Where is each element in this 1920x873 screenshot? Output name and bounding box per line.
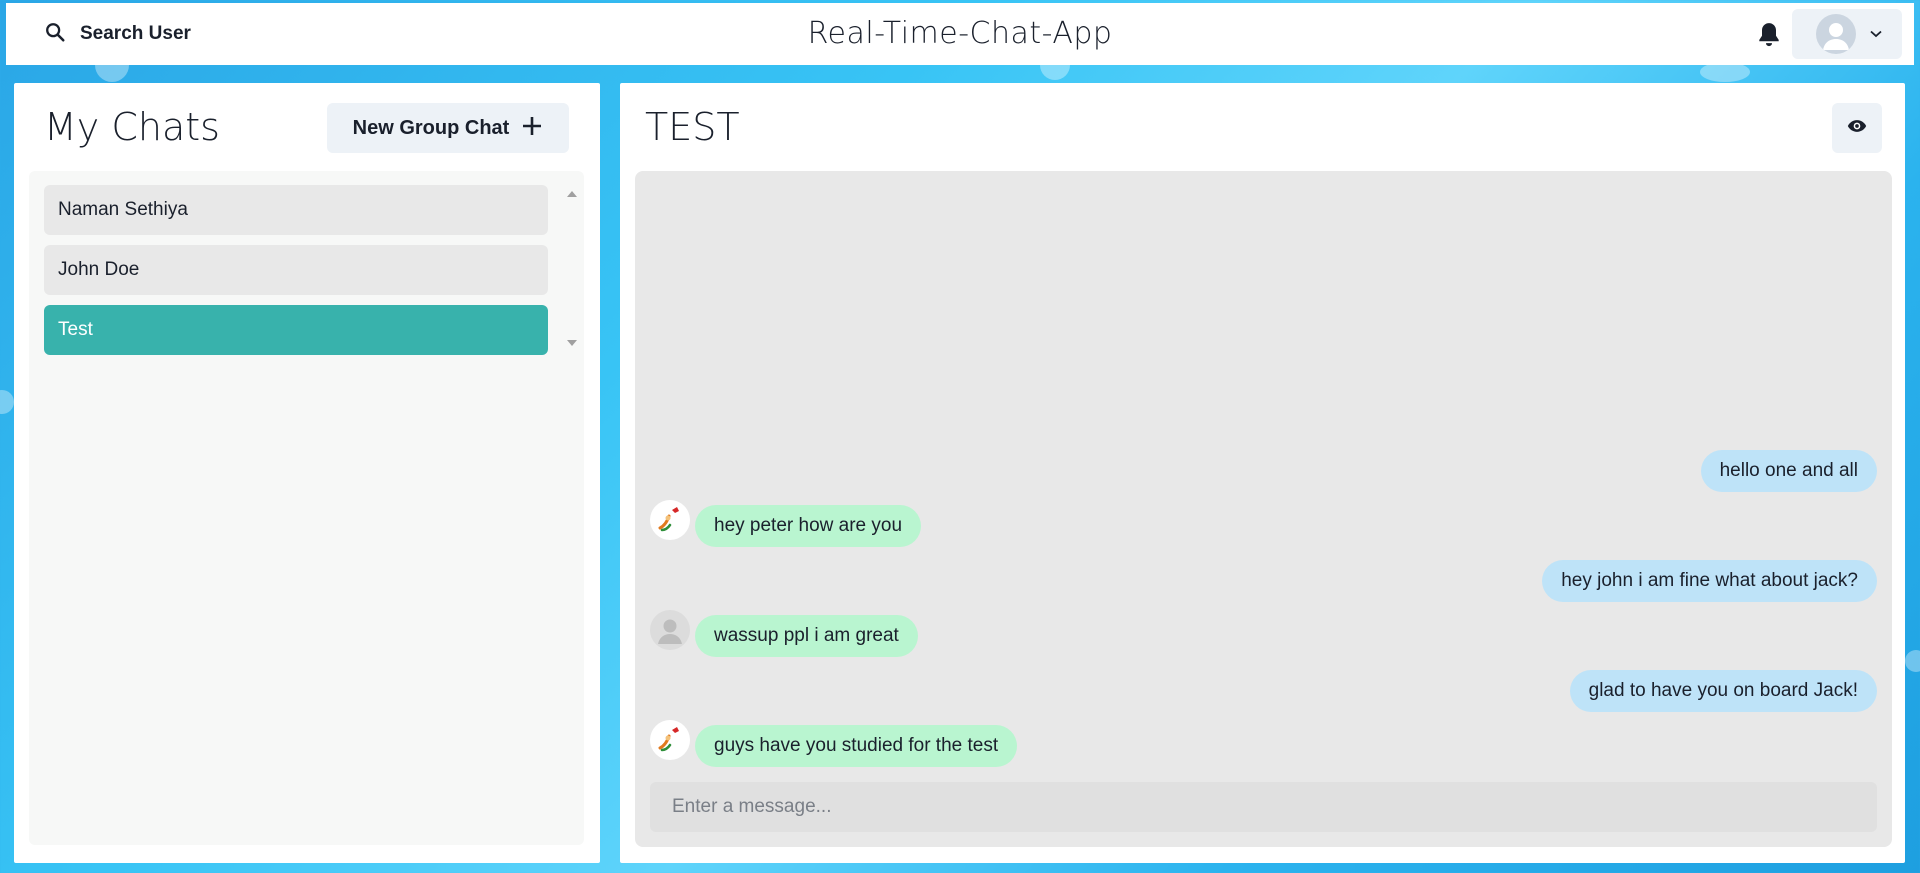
message-bubble-sent: hello one and all — [1700, 450, 1877, 492]
scroll-down-arrow-icon[interactable] — [567, 340, 577, 346]
chat-panel: TEST hello one and all hey peter how are… — [620, 83, 1905, 863]
search-user-label: Search User — [80, 23, 191, 44]
view-chat-details-button[interactable] — [1832, 103, 1882, 153]
message-input[interactable] — [650, 782, 1877, 832]
user-avatar-icon — [1816, 14, 1856, 54]
message-bubble-received: guys have you studied for the test — [695, 725, 1018, 767]
app-title: Real-Time-Chat-App — [807, 16, 1113, 51]
messages-area[interactable]: hello one and all hey peter how are you … — [635, 171, 1892, 847]
profile-menu-button[interactable] — [1792, 9, 1902, 59]
chevron-down-icon — [1870, 25, 1882, 43]
background-bubble — [1700, 62, 1750, 82]
scroll-up-arrow-icon[interactable] — [567, 191, 577, 197]
search-icon — [44, 21, 66, 48]
message-bubble-received: hey peter how are you — [695, 505, 922, 547]
new-group-chat-label: New Group Chat — [352, 116, 510, 139]
top-header: Search User Real-Time-Chat-App — [6, 3, 1914, 65]
message-bubble-sent: glad to have you on board Jack! — [1569, 670, 1877, 712]
new-group-chat-button[interactable]: New Group Chat — [327, 103, 569, 153]
background-bubble — [1905, 650, 1920, 672]
message-bubble-received: wassup ppl i am great — [695, 615, 918, 657]
eye-icon — [1847, 119, 1867, 138]
chat-list-item[interactable]: Naman Sethiya — [44, 185, 548, 235]
chat-list: Naman Sethiya John Doe Test — [29, 171, 584, 845]
bell-icon[interactable] — [1756, 21, 1782, 49]
my-chats-title: My Chats — [44, 105, 220, 149]
my-chats-panel: My Chats New Group Chat Naman Sethiya Jo… — [14, 83, 600, 863]
chat-list-item-selected[interactable]: Test — [44, 305, 548, 355]
chat-list-item[interactable]: John Doe — [44, 245, 548, 295]
chat-list-scroll-area[interactable]: Naman Sethiya John Doe Test — [44, 185, 577, 357]
sender-avatar-icon[interactable] — [650, 610, 690, 650]
search-user-button[interactable]: Search User — [30, 13, 205, 55]
message-bubble-sent: hey john i am fine what about jack? — [1542, 560, 1877, 602]
background-bubble — [0, 390, 14, 414]
sender-avatar-icon[interactable] — [650, 720, 690, 760]
chat-title: TEST — [645, 105, 740, 149]
sender-avatar-icon[interactable] — [650, 500, 690, 540]
plus-icon — [521, 115, 543, 142]
